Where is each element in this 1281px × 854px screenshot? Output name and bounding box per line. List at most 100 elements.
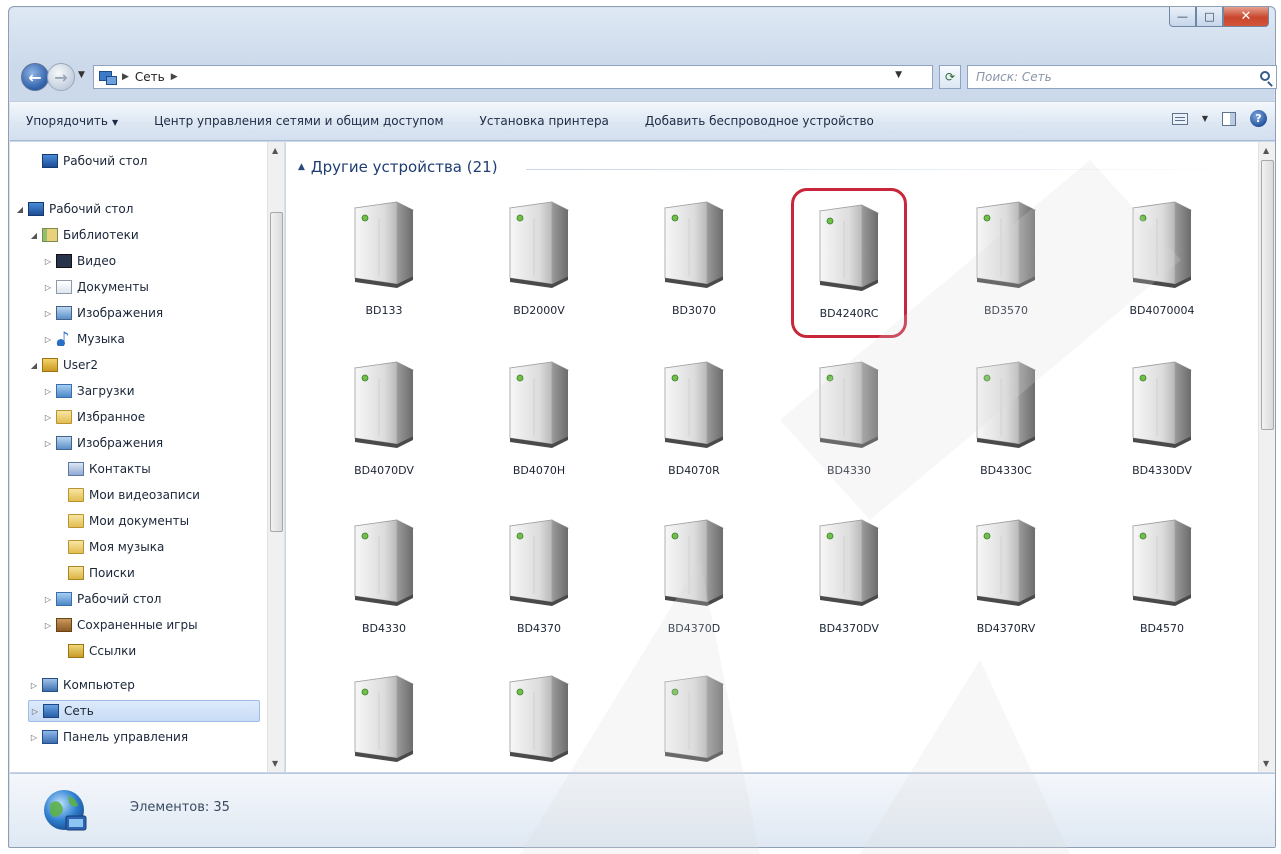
tree-expander-icon[interactable]: ◢ — [28, 231, 40, 240]
scroll-up-arrow-icon[interactable]: ▲ — [272, 146, 278, 155]
nav-item[interactable]: Ссылки — [54, 640, 136, 662]
nav-item[interactable]: ▷ Сеть — [28, 700, 260, 722]
nav-item[interactable]: ▷ Панель управления — [28, 726, 188, 748]
tree-expander-icon[interactable]: ▷ — [28, 681, 40, 690]
organize-button[interactable]: Упорядочить ▼ — [26, 114, 118, 128]
nav-item[interactable]: ▷ Рабочий стол — [42, 588, 161, 610]
search-input[interactable] — [974, 69, 1244, 85]
breadcrumb-separator[interactable]: ▶ — [171, 72, 178, 82]
close-button[interactable]: ✕ — [1223, 7, 1269, 27]
nav-item[interactable]: Моя музыка — [54, 536, 164, 558]
network-device[interactable]: BD4330C — [948, 348, 1064, 498]
nav-item[interactable]: ▷ Изображения — [42, 302, 163, 324]
nav-item-label: Документы — [77, 280, 149, 294]
device-label: BD4070004 — [1129, 304, 1195, 317]
network-device[interactable]: BD4330 — [791, 348, 907, 498]
content-scroll-thumb[interactable] — [1261, 160, 1274, 430]
preview-pane-icon[interactable] — [1222, 111, 1236, 126]
network-device[interactable]: BD4070004 — [1104, 188, 1220, 338]
network-device[interactable]: BD4070R — [636, 348, 752, 498]
scroll-up-arrow-icon[interactable]: ▲ — [1263, 146, 1269, 155]
nav-item[interactable]: ▷ Документы — [42, 276, 149, 298]
nav-item[interactable]: ▷ Изображения — [42, 432, 163, 454]
nav-item-label: Сохраненные игры — [77, 618, 198, 632]
nav-item[interactable]: ◢ Библиотеки — [28, 224, 139, 246]
nav-item[interactable]: ◢ Рабочий стол — [14, 198, 133, 220]
network-device[interactable]: BD4240RC — [791, 188, 907, 338]
nav-item[interactable]: Рабочий стол — [28, 150, 147, 172]
network-device[interactable]: BD4330DV — [1104, 348, 1220, 498]
network-device[interactable]: BD4370RV — [948, 506, 1064, 656]
help-icon[interactable]: ? — [1250, 110, 1267, 127]
network-device[interactable]: BD3070 — [636, 188, 752, 338]
address-history-dropdown[interactable]: ▼ — [895, 70, 902, 80]
tree-expander-icon[interactable]: ▷ — [28, 733, 40, 742]
network-device[interactable]: BD133 — [326, 188, 442, 338]
network-device[interactable]: BD4330 — [326, 506, 442, 656]
nav-pane-scroll-thumb[interactable] — [270, 212, 283, 532]
add-printer-button[interactable]: Установка принтера — [480, 114, 609, 128]
nav-item[interactable]: ▷ Сохраненные игры — [42, 614, 198, 636]
nav-pane-scrollbar[interactable]: ▲ ▼ — [267, 142, 284, 772]
network-device[interactable]: BD4070DV — [326, 348, 442, 498]
device-label: BD4070R — [668, 464, 720, 477]
network-device[interactable]: BD75_5 — [481, 662, 597, 772]
network-center-button[interactable]: Центр управления сетями и общим доступом — [154, 114, 443, 128]
refresh-button[interactable]: ⟳ — [939, 65, 961, 89]
tree-expander-icon[interactable]: ▷ — [42, 257, 54, 266]
tree-expander-icon[interactable]: ▷ — [42, 595, 54, 604]
network-device[interactable]: BD2000V — [481, 188, 597, 338]
nav-item[interactable]: Мои документы — [54, 510, 189, 532]
collapse-group-icon[interactable]: ▲ — [298, 162, 305, 172]
search-box[interactable] — [967, 65, 1277, 89]
nav-item[interactable]: ▷ Видео — [42, 250, 116, 272]
network-device[interactable]: BD4370 — [481, 506, 597, 656]
nav-item[interactable]: ▷ Компьютер — [28, 674, 135, 696]
change-view-icon[interactable] — [1171, 112, 1188, 125]
organize-label: Упорядочить — [26, 114, 108, 128]
scroll-down-arrow-icon[interactable]: ▼ — [272, 759, 278, 768]
recent-pages-dropdown[interactable]: ▼ — [78, 70, 85, 80]
nav-item[interactable]: Мои видеозаписи — [54, 484, 200, 506]
content-scrollbar[interactable]: ▲ ▼ — [1258, 142, 1275, 772]
back-button[interactable]: ← — [21, 63, 49, 91]
arrow-right-icon: → — [54, 67, 68, 87]
network-device[interactable]: BD4370D — [636, 506, 752, 656]
tree-expander-icon[interactable]: ▷ — [42, 621, 54, 630]
tree-expander-icon[interactable]: ▷ — [42, 309, 54, 318]
breadcrumb-network[interactable]: Сеть — [135, 70, 165, 84]
tree-expander-icon[interactable]: ▷ — [42, 335, 54, 344]
nav-item[interactable]: ◢ User2 — [28, 354, 98, 376]
network-device[interactable]: BD75_5 — [636, 662, 752, 772]
nav-item[interactable]: Контакты — [54, 458, 151, 480]
tree-expander-icon[interactable]: ◢ — [14, 205, 26, 214]
tree-expander-icon[interactable]: ▷ — [42, 387, 54, 396]
tree-expander-icon[interactable]: ▷ — [42, 439, 54, 448]
nav-item[interactable]: ▷ Избранное — [42, 406, 145, 428]
nav-item[interactable]: Поиски — [54, 562, 135, 584]
network-device[interactable]: BD4570 — [1104, 506, 1220, 656]
network-device[interactable]: BD4370DV — [791, 506, 907, 656]
network-device[interactable]: BD4070H — [481, 348, 597, 498]
group-header[interactable]: ▲ Другие устройства (21) — [298, 158, 498, 176]
search-icon[interactable] — [1260, 71, 1270, 81]
minimize-button[interactable]: — — [1169, 7, 1196, 27]
nav-item-label: Загрузки — [77, 384, 135, 398]
view-options-dropdown-icon[interactable]: ▼ — [1202, 114, 1208, 123]
maximize-button[interactable]: □ — [1196, 7, 1223, 27]
tree-expander-icon[interactable]: ▷ — [42, 413, 54, 422]
network-device-icon — [975, 519, 1037, 606]
tree-expander-icon[interactable]: ◢ — [28, 361, 40, 370]
forward-button[interactable]: → — [47, 63, 75, 91]
address-bar[interactable]: ▶ Сеть ▶ ▼ — [93, 65, 933, 89]
breadcrumb-separator[interactable]: ▶ — [122, 72, 129, 82]
tree-expander-icon[interactable]: ▷ — [29, 707, 41, 716]
nav-item[interactable]: ▷ Музыка — [42, 328, 125, 350]
tree-expander-icon[interactable]: ▷ — [42, 283, 54, 292]
scroll-down-arrow-icon[interactable]: ▼ — [1263, 759, 1269, 768]
nav-item[interactable]: ▷ Загрузки — [42, 380, 135, 402]
network-device-icon — [508, 361, 570, 448]
network-device[interactable]: BD3570 — [948, 188, 1064, 338]
network-device[interactable]: BD75_5 — [326, 662, 442, 772]
add-wireless-device-button[interactable]: Добавить беспроводное устройство — [645, 114, 874, 128]
